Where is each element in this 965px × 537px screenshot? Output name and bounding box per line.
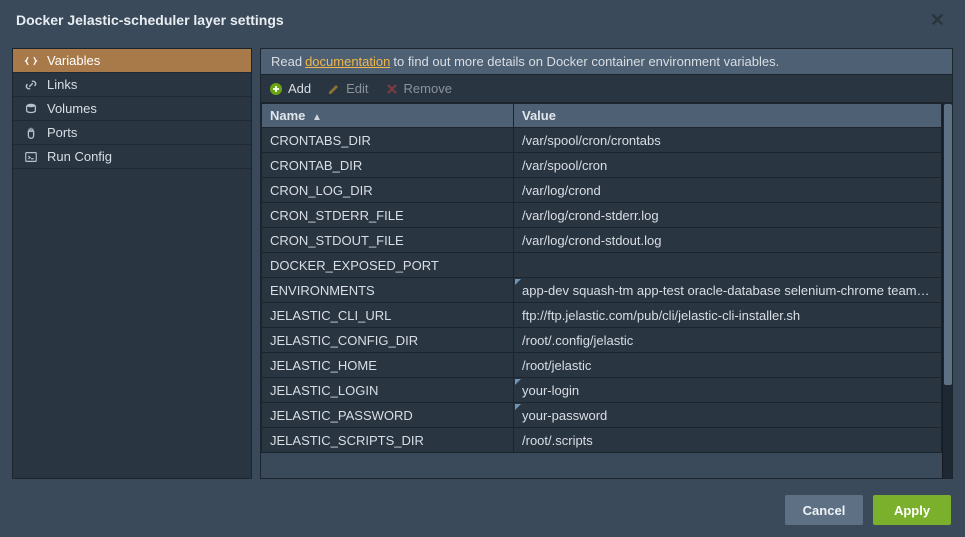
remove-button[interactable]: Remove [385, 81, 452, 96]
terminal-icon [23, 149, 39, 165]
cell-name[interactable]: JELASTIC_CONFIG_DIR [262, 328, 514, 353]
sidebar-item-variables[interactable]: Variables [13, 49, 251, 73]
cell-name[interactable]: CRON_STDOUT_FILE [262, 228, 514, 253]
cancel-button[interactable]: Cancel [785, 495, 863, 525]
table-row[interactable]: CRONTAB_DIR/var/spool/cron [262, 153, 942, 178]
table-row[interactable]: JELASTIC_CONFIG_DIR/root/.config/jelasti… [262, 328, 942, 353]
add-label: Add [288, 81, 311, 96]
volumes-icon [23, 101, 39, 117]
edit-icon [327, 82, 341, 96]
table-row[interactable]: JELASTIC_LOGINyour-login [262, 378, 942, 403]
table-row[interactable]: CRON_STDERR_FILE/var/log/crond-stderr.lo… [262, 203, 942, 228]
table-wrap: Name ▲ Value CRONTABS_DIR/var/spool/cron… [261, 103, 952, 478]
add-button[interactable]: Add [269, 81, 311, 96]
info-bar: Read documentation to find out more deta… [261, 49, 952, 75]
cell-name[interactable]: CRONTAB_DIR [262, 153, 514, 178]
scrollbar-thumb[interactable] [944, 104, 952, 385]
dialog-footer: Cancel Apply [0, 483, 965, 537]
cell-name[interactable]: CRON_STDERR_FILE [262, 203, 514, 228]
toolbar: Add Edit Remove [261, 75, 952, 103]
sidebar-item-label: Ports [47, 125, 77, 140]
table-row[interactable]: ENVIRONMENTSapp-dev squash-tm app-test o… [262, 278, 942, 303]
cell-name[interactable]: JELASTIC_PASSWORD [262, 403, 514, 428]
content-panel: Read documentation to find out more deta… [260, 48, 953, 479]
braces-icon [23, 53, 39, 69]
cell-value[interactable]: your-login [514, 378, 942, 403]
cell-value[interactable] [514, 253, 942, 278]
main-region: Variables Links Volumes Ports Run Config [0, 40, 965, 483]
table-row[interactable]: CRONTABS_DIR/var/spool/cron/crontabs [262, 128, 942, 153]
sidebar-item-label: Variables [47, 53, 100, 68]
edit-label: Edit [346, 81, 368, 96]
cell-name[interactable]: CRON_LOG_DIR [262, 178, 514, 203]
close-icon[interactable]: ✕ [926, 10, 949, 31]
sidebar-item-links[interactable]: Links [13, 73, 251, 97]
sort-asc-icon: ▲ [312, 112, 322, 123]
cell-name[interactable]: JELASTIC_HOME [262, 353, 514, 378]
sidebar-item-label: Links [47, 77, 77, 92]
cell-value[interactable]: /var/log/crond-stdout.log [514, 228, 942, 253]
table-row[interactable]: JELASTIC_PASSWORDyour-password [262, 403, 942, 428]
table-row[interactable]: JELASTIC_SCRIPTS_DIR/root/.scripts [262, 428, 942, 453]
variables-table-scroll: Name ▲ Value CRONTABS_DIR/var/spool/cron… [261, 103, 942, 478]
sidebar-item-label: Run Config [47, 149, 112, 164]
cell-value[interactable]: /root/jelastic [514, 353, 942, 378]
variables-table: Name ▲ Value CRONTABS_DIR/var/spool/cron… [261, 103, 942, 453]
cell-name[interactable]: JELASTIC_LOGIN [262, 378, 514, 403]
table-row[interactable]: JELASTIC_CLI_URLftp://ftp.jelastic.com/p… [262, 303, 942, 328]
cell-value[interactable]: /root/.scripts [514, 428, 942, 453]
cell-value[interactable]: ftp://ftp.jelastic.com/pub/cli/jelastic-… [514, 303, 942, 328]
remove-label: Remove [404, 81, 452, 96]
sidebar-item-label: Volumes [47, 101, 97, 116]
cell-value[interactable]: /root/.config/jelastic [514, 328, 942, 353]
table-row[interactable]: DOCKER_EXPOSED_PORT [262, 253, 942, 278]
cell-value[interactable]: /var/spool/cron/crontabs [514, 128, 942, 153]
col-value[interactable]: Value [514, 104, 942, 128]
remove-icon [385, 82, 399, 96]
link-icon [23, 77, 39, 93]
cell-name[interactable]: DOCKER_EXPOSED_PORT [262, 253, 514, 278]
col-name[interactable]: Name ▲ [262, 104, 514, 128]
cell-value[interactable]: /var/log/crond-stderr.log [514, 203, 942, 228]
table-row[interactable]: CRON_STDOUT_FILE/var/log/crond-stdout.lo… [262, 228, 942, 253]
cell-name[interactable]: ENVIRONMENTS [262, 278, 514, 303]
cell-value[interactable]: /var/log/crond [514, 178, 942, 203]
info-prefix: Read [271, 54, 302, 69]
sidebar: Variables Links Volumes Ports Run Config [12, 48, 252, 479]
cell-value[interactable]: /var/spool/cron [514, 153, 942, 178]
cell-name[interactable]: CRONTABS_DIR [262, 128, 514, 153]
ports-icon [23, 125, 39, 141]
info-suffix: to find out more details on Docker conta… [393, 54, 779, 69]
documentation-link[interactable]: documentation [305, 54, 390, 69]
titlebar: Docker Jelastic-scheduler layer settings… [0, 0, 965, 40]
cell-name[interactable]: JELASTIC_CLI_URL [262, 303, 514, 328]
sidebar-item-ports[interactable]: Ports [13, 121, 251, 145]
sidebar-item-volumes[interactable]: Volumes [13, 97, 251, 121]
edit-button[interactable]: Edit [327, 81, 368, 96]
cell-value[interactable]: your-password [514, 403, 942, 428]
add-icon [269, 82, 283, 96]
table-row[interactable]: CRON_LOG_DIR/var/log/crond [262, 178, 942, 203]
sidebar-item-run-config[interactable]: Run Config [13, 145, 251, 169]
table-row[interactable]: JELASTIC_HOME/root/jelastic [262, 353, 942, 378]
apply-button[interactable]: Apply [873, 495, 951, 525]
dialog-title: Docker Jelastic-scheduler layer settings [16, 12, 284, 28]
cell-value[interactable]: app-dev squash-tm app-test oracle-databa… [514, 278, 942, 303]
cell-name[interactable]: JELASTIC_SCRIPTS_DIR [262, 428, 514, 453]
vertical-scrollbar[interactable] [942, 103, 952, 478]
